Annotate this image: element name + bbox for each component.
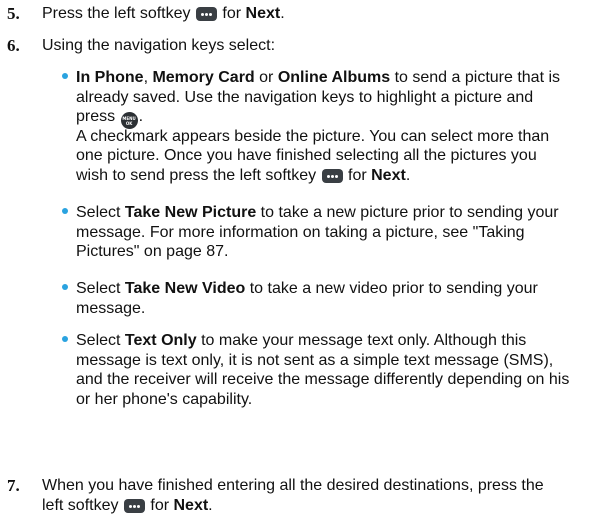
bold-term: Take New Video [124,280,246,297]
bold-term: Next [371,166,406,184]
bullet-icon [62,284,68,290]
text-line: Select Text Only to make your message te… [76,332,527,349]
text-line: In Phone, Memory Card or Online Albums t… [76,69,561,86]
text-line: message. For more information on taking … [76,223,525,241]
bullet-icon [62,208,68,214]
bullet-icon [62,73,68,79]
text-line: wish to send press the left softkey for … [76,166,411,184]
text-line: Select Take New Video to take a new vide… [76,280,538,297]
step-number: 5. [7,4,20,23]
text-line: message. [76,299,146,317]
text-line: one picture. Once you have finished sele… [76,147,537,164]
step-number: 7. [7,476,20,495]
bullet-icon [62,336,68,342]
text-line: Using the navigation keys select: [42,37,276,54]
bold-term: Online Albums [277,69,391,86]
bold-term: Next [173,496,209,514]
softkey-icon [123,498,145,513]
text-line: or her phone's capability. [76,390,253,408]
softkey-icon [321,168,343,183]
text-line: Select Take New Picture to take a new pi… [76,204,559,221]
step-number: 6. [7,36,20,55]
text-line: already saved. Use the navigation keys t… [76,88,534,106]
bold-term: Text Only [124,332,197,349]
bold-term: Next [245,5,281,22]
bold-term: Memory Card [152,69,255,86]
text-line: and the receiver will receive the messag… [76,371,570,388]
softkey-icon [195,7,217,21]
text-line: When you have finished entering all the … [42,477,544,494]
text-line: Pictures" on page 87. [76,243,229,260]
bold-term: Take New Picture [124,204,257,221]
bold-term: In Phone [76,69,144,86]
text-line: A checkmark appears beside the picture. … [76,127,550,145]
text-line: message is text only, it is not sent as … [76,351,554,369]
text-line: Press the left softkey for Next. [42,5,285,22]
manual-page: 5. Press the left softkey for Next. 6. Usin… [0,0,605,514]
